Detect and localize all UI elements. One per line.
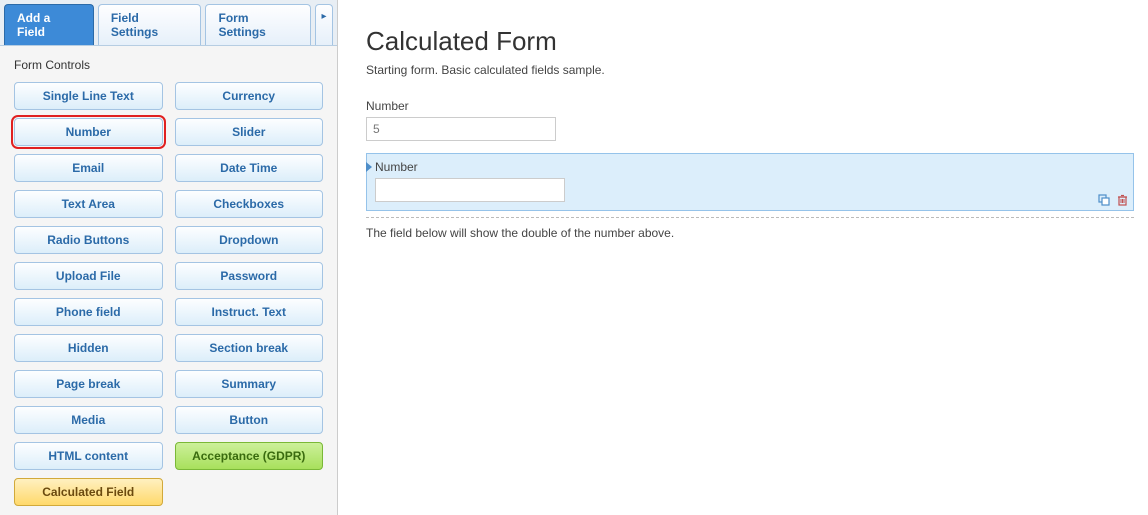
field-label: Number [375, 160, 1125, 174]
control-section-break[interactable]: Section break [175, 334, 324, 362]
help-text: The field below will show the double of … [366, 226, 1134, 240]
control-html-content[interactable]: HTML content [14, 442, 163, 470]
sidebar-body: Form Controls Single Line Text Currency Nu… [0, 46, 337, 515]
form-description: Starting form. Basic calculated fields s… [366, 63, 1134, 77]
form-field-number-2-selected[interactable]: Number [366, 153, 1134, 211]
control-phone-field[interactable]: Phone field [14, 298, 163, 326]
control-password[interactable]: Password [175, 262, 324, 290]
control-radio-buttons[interactable]: Radio Buttons [14, 226, 163, 254]
control-page-break[interactable]: Page break [14, 370, 163, 398]
controls-grid: Single Line Text Currency Number Slider Emai… [14, 82, 323, 506]
tab-bar: Add a Field Field Settings Form Settings… [0, 0, 337, 46]
control-upload-file[interactable]: Upload File [14, 262, 163, 290]
control-checkboxes[interactable]: Checkboxes [175, 190, 324, 218]
control-single-line-text[interactable]: Single Line Text [14, 82, 163, 110]
control-instruct-text[interactable]: Instruct. Text [175, 298, 324, 326]
control-date-time[interactable]: Date Time [175, 154, 324, 182]
form-field-number-1[interactable]: Number [366, 99, 1134, 141]
duplicate-icon[interactable] [1097, 193, 1111, 207]
control-text-area[interactable]: Text Area [14, 190, 163, 218]
form-canvas: Calculated Form Starting form. Basic cal… [338, 0, 1148, 515]
control-hidden[interactable]: Hidden [14, 334, 163, 362]
control-summary[interactable]: Summary [175, 370, 324, 398]
control-dropdown[interactable]: Dropdown [175, 226, 324, 254]
control-media[interactable]: Media [14, 406, 163, 434]
control-calculated-field[interactable]: Calculated Field [14, 478, 163, 506]
field-label: Number [366, 99, 1134, 113]
tab-form-settings[interactable]: Form Settings [205, 4, 311, 45]
tab-add-field[interactable]: Add a Field [4, 4, 94, 45]
separator [366, 217, 1134, 218]
control-slider[interactable]: Slider [175, 118, 324, 146]
tab-field-settings[interactable]: Field Settings [98, 4, 202, 45]
tab-scroll-right[interactable]: ▸ [315, 4, 333, 45]
section-form-controls: Form Controls [14, 58, 323, 72]
control-currency[interactable]: Currency [175, 82, 324, 110]
number-input[interactable] [375, 178, 565, 202]
control-email[interactable]: Email [14, 154, 163, 182]
control-number[interactable]: Number [14, 118, 163, 146]
control-acceptance-gdpr[interactable]: Acceptance (GDPR) [175, 442, 324, 470]
form-title: Calculated Form [366, 26, 1134, 57]
delete-icon[interactable] [1115, 193, 1129, 207]
control-button[interactable]: Button [175, 406, 324, 434]
sidebar: Add a Field Field Settings Form Settings… [0, 0, 338, 515]
number-input[interactable] [366, 117, 556, 141]
field-actions [1097, 193, 1129, 207]
